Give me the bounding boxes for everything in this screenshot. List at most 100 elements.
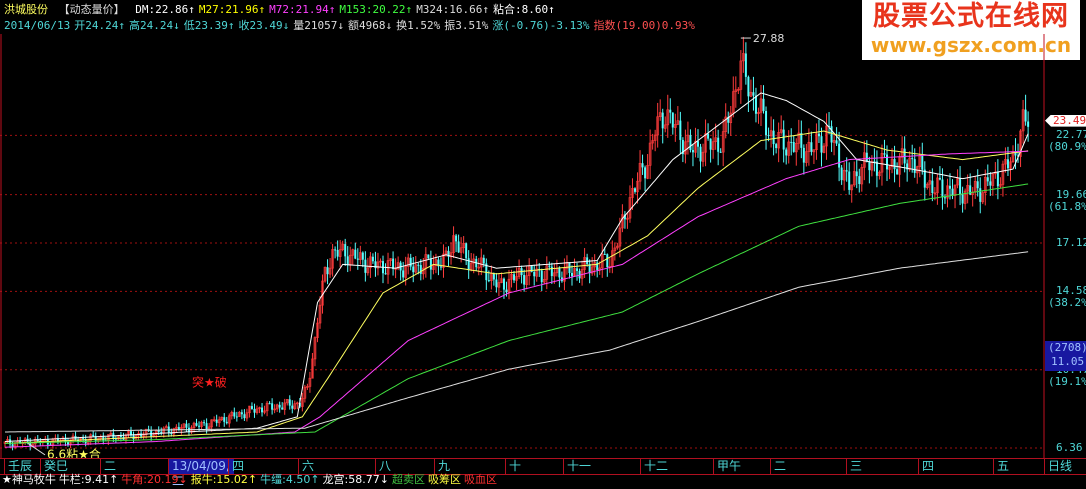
indicator-value: M27:21.96↑ [198,3,266,16]
candle-body [923,169,926,188]
indicator-value: 粘合:8.60↑ [493,3,555,16]
high-label: 27.88 [753,34,785,45]
candle-body [225,421,228,424]
candle-body [356,258,359,260]
time-label: 癸巳 [40,459,68,474]
time-label: 四 [918,459,934,474]
candle-body [402,270,405,278]
candle-body [495,279,498,288]
candle-body [334,249,337,251]
legend-item: 牛角:20.19↓ [121,473,188,486]
quote-field: 收23.49↓ [238,19,290,32]
indicator-header: 洪城股份 【动态量价】 DM:22.86↑ M27:21.96↑ M72:21.94… [4,2,559,18]
candle-body [467,258,470,270]
candle-body [896,169,899,175]
price-label: 17.12 [1056,236,1086,250]
candle-body [198,425,201,427]
legend-item: 报牛:15.02↑ [190,473,258,486]
candle-body [240,412,243,415]
candle-body [883,153,886,155]
quote-field: 涨(-0.76)-3.13% [492,19,590,32]
candle-body [235,416,238,418]
time-label: 二 [100,459,116,474]
candle-body [767,135,770,137]
candle-body [868,161,871,171]
candle-body [505,289,508,293]
time-label: 甲午 [713,459,741,474]
legend-item: 牛缰:4.50↑ [260,473,320,486]
indicator-value: M72:21.94↑ [269,3,336,16]
logo-title: 股票公式在线网 [873,1,1069,32]
fib-pct-label: (19.1%) [1048,374,1086,388]
candle-body [951,188,954,196]
candle-body [215,419,218,423]
quote-field: 低23.39↑ [183,19,235,32]
candle-body [689,135,692,151]
candle-body [1027,121,1030,127]
candle-body [765,110,768,136]
candle-body [203,422,206,424]
stock-name: 洪城股份 [4,3,48,16]
candle-body [233,412,236,417]
candle-body [691,150,694,153]
time-label: 十一 [563,459,591,474]
candle-body [865,152,868,162]
candle-body [513,274,516,281]
candle-body [717,137,720,152]
candle-body [571,272,573,277]
candle-body [845,170,848,172]
candle-body [941,179,944,198]
candle-body [634,188,636,192]
time-label: 十 [505,459,521,474]
quote-field: 高24.24↓ [128,19,180,32]
candle-body [719,151,722,153]
ma-line-dm [4,92,1029,442]
formula-name[interactable]: 【动态量价】 [59,3,125,16]
time-label: 壬辰 [4,459,32,474]
candle-body [762,98,765,111]
candle-body [800,133,803,148]
candle-body [785,149,788,156]
candle-body [976,181,979,189]
time-label: 四 [228,459,244,474]
candle-body [747,76,750,97]
candle-body [568,262,571,273]
candle-body [744,53,747,77]
candle-body [938,177,941,180]
candle-body [288,399,291,406]
price-chart[interactable]: 27.88 突★破 6.6粘★合 [0,34,1086,458]
candle-body [792,142,795,152]
cursor-count: (2708) [1048,340,1086,354]
quote-field: 2014/06/13 [4,19,71,32]
candle-body [661,112,664,129]
period-label[interactable]: 日线 [1044,459,1072,474]
time-label: 九 [434,459,450,474]
candle-body [281,407,284,410]
candle-body [979,188,982,202]
candle-body [533,271,536,277]
current-price-tag: 23.49 [1045,114,1086,127]
candle-body [82,438,85,440]
time-label: 三 [846,459,862,474]
candle-body [810,142,813,152]
ma-line-m72 [4,150,1029,448]
legend-item: 吸血区 [463,473,497,486]
candle-body [291,405,294,409]
bond-label: 6.6粘★合 [47,447,101,458]
candle-body [752,92,755,96]
cursor-price: 11.05 [1051,354,1085,368]
indicator-value: M324:16.66↑ [416,3,490,16]
candle-body [875,161,878,176]
candle-body [921,155,924,170]
candle-body [409,257,412,267]
candle-body [540,270,543,283]
candle-body [419,265,422,274]
candle-body [707,133,710,139]
candle-body [558,268,561,278]
candle-body [429,258,432,270]
candle-body [346,256,349,266]
candle-body [840,167,843,181]
candle-body [820,136,823,153]
candle-body [586,257,589,264]
time-label[interactable]: 13/04/09,二 [168,459,234,488]
